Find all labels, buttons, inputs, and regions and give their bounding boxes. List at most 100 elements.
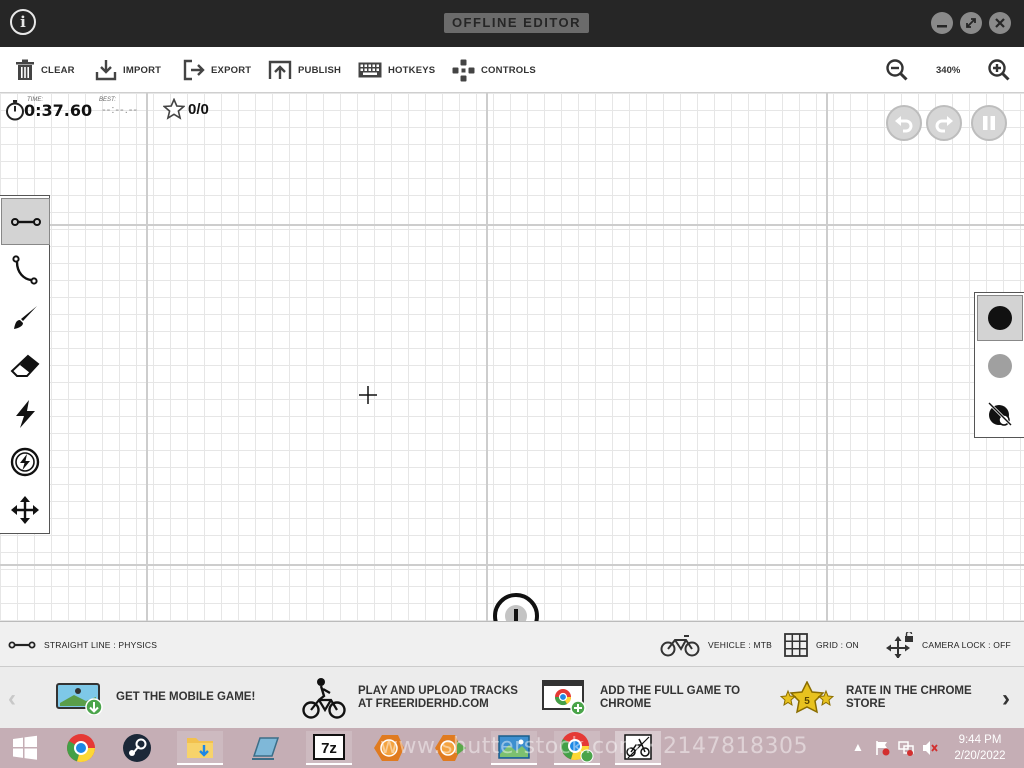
speaker-muted-icon[interactable] <box>922 740 938 756</box>
chrome-icon <box>67 734 95 762</box>
physics-line-swatch[interactable] <box>977 295 1023 341</box>
export-label: EXPORT <box>211 64 252 76</box>
move-icon <box>10 495 39 524</box>
tray-clock[interactable]: 9:44 PM 2/20/2022 <box>946 732 1014 764</box>
promo-rate-chrome[interactable]: 5 RATE IN THE CHROME STORE <box>780 667 972 728</box>
status-bar: STRAIGHT LINE : PHYSICS VEHICLE : MTB GR… <box>0 621 1024 667</box>
best-label: BEST: <box>99 97 116 103</box>
taskbar-steam[interactable] <box>114 731 160 765</box>
star-icon <box>163 98 185 120</box>
grid-major-line <box>486 93 488 621</box>
close-icon <box>995 18 1005 28</box>
camera-lock-label: CAMERA LOCK : OFF <box>922 640 1011 650</box>
flag-alert-icon[interactable] <box>874 740 890 756</box>
pause-button[interactable] <box>971 105 1007 141</box>
redo-icon <box>935 116 953 133</box>
controls-button[interactable]: CONTROLS <box>452 47 536 93</box>
time-value: 0:37.60 <box>24 101 93 120</box>
rating-badge-number: 5 <box>804 696 810 707</box>
close-button[interactable] <box>989 12 1011 34</box>
stopwatch-icon <box>6 100 24 121</box>
hide-lines-icon <box>987 401 1013 427</box>
publish-button[interactable]: PUBLISH <box>268 47 341 93</box>
current-tool-label: STRAIGHT LINE : PHYSICS <box>44 640 158 650</box>
tool-panel <box>0 195 50 534</box>
promo-chrome-game[interactable]: ADD THE FULL GAME TO CHROME <box>542 667 740 728</box>
info-icon: i <box>20 13 26 31</box>
promo-chrome-line1: ADD THE FULL GAME TO <box>600 684 741 697</box>
undo-icon <box>895 116 913 133</box>
current-tool-status: STRAIGHT LINE : PHYSICS <box>8 622 157 668</box>
grid-major-line <box>0 564 1024 566</box>
svg-text:7z: 7z <box>321 740 337 757</box>
grid-label: GRID : ON <box>816 640 859 650</box>
network-icon[interactable] <box>898 740 914 756</box>
promo-rate-line1: RATE IN THE CHROME <box>846 684 972 697</box>
curve-icon <box>11 254 38 285</box>
line-type-panel <box>974 292 1024 438</box>
powerup-tool[interactable] <box>0 390 49 437</box>
straight-line-tool[interactable] <box>1 198 50 245</box>
bike-rider-icon <box>302 677 346 719</box>
brush-tool[interactable] <box>0 294 49 341</box>
hotkeys-button[interactable]: HOTKEYS <box>358 47 435 93</box>
undo-button[interactable] <box>886 105 922 141</box>
start-position-icon <box>493 593 539 621</box>
zoom-out-icon <box>886 59 908 81</box>
export-icon <box>183 59 205 81</box>
taskbar-file-explorer[interactable] <box>177 731 223 765</box>
folder-icon <box>187 738 213 758</box>
keyboard-icon <box>358 62 382 78</box>
clock-date: 2/20/2022 <box>954 750 1006 762</box>
bike-icon <box>660 635 700 657</box>
move-tool[interactable] <box>0 486 49 533</box>
toggle-lines-button[interactable] <box>977 391 1023 437</box>
curve-tool[interactable] <box>0 246 49 293</box>
promo-freeriderhd-line2: AT FREERIDERHD.COM <box>358 697 489 710</box>
grid-major-line <box>146 93 148 621</box>
hotkeys-label: HOTKEYS <box>388 64 436 76</box>
special-tool[interactable] <box>0 438 49 485</box>
trash-icon <box>16 59 34 80</box>
promo-rate-line2: STORE <box>846 697 886 710</box>
taskbar-7zip[interactable]: 7z <box>306 731 352 765</box>
import-button[interactable]: IMPORT <box>95 47 161 93</box>
window-title: OFFLINE EDITOR <box>444 13 589 33</box>
brush-icon <box>13 305 37 329</box>
clock-time: 9:44 PM <box>958 734 1002 746</box>
maximize-button[interactable] <box>960 12 982 34</box>
track-canvas[interactable]: TIME: 0:37.60 BEST: --:--.-- 0/0 <box>0 93 1024 621</box>
export-button[interactable]: EXPORT <box>183 47 251 93</box>
taskbar-chrome[interactable] <box>58 731 104 765</box>
offline-editor-app: i OFFLINE EDITOR CLEAR IMPORT EXPORT PUB… <box>0 0 1024 768</box>
clear-button[interactable]: CLEAR <box>15 47 75 93</box>
title-bar: i OFFLINE EDITOR <box>0 0 1024 47</box>
minimize-icon <box>937 25 947 28</box>
grid-toggle[interactable]: GRID : ON <box>784 622 859 668</box>
expand-icon <box>966 18 976 28</box>
minimize-button[interactable] <box>931 12 953 34</box>
camera-lock-toggle[interactable]: CAMERA LOCK : OFF <box>886 622 1011 668</box>
eraser-tool[interactable] <box>0 342 49 389</box>
promo-prev-icon[interactable]: ‹ <box>8 685 16 713</box>
taskbar-notepad[interactable] <box>242 731 288 765</box>
start-button[interactable] <box>2 731 48 765</box>
vehicle-select[interactable]: VEHICLE : MTB <box>660 622 772 668</box>
promo-mobile-game[interactable]: GET THE MOBILE GAME! <box>56 667 255 728</box>
camera-move-lock-icon <box>886 632 913 658</box>
promo-strip: ‹ GET THE MOBILE GAME! PLAY AND UPLOAD T… <box>0 667 1024 728</box>
info-button[interactable]: i <box>10 9 36 35</box>
zoom-in-button[interactable] <box>988 47 1010 93</box>
zoom-out-button[interactable] <box>886 47 908 93</box>
redo-button[interactable] <box>926 105 962 141</box>
tray-expand-icon[interactable]: ▲ <box>852 740 864 754</box>
straight-line-icon <box>8 641 36 649</box>
grid-major-line <box>826 93 828 621</box>
rating-star-badge-icon: 5 <box>780 680 834 713</box>
chrome-add-icon <box>542 679 586 716</box>
promo-next-icon[interactable]: › <box>1002 685 1010 713</box>
zoom-in-icon <box>988 59 1010 81</box>
promo-freeriderhd[interactable]: PLAY AND UPLOAD TRACKS AT FREERIDERHD.CO… <box>302 667 518 728</box>
promo-freeriderhd-line1: PLAY AND UPLOAD TRACKS <box>358 684 518 697</box>
scenery-line-swatch[interactable] <box>977 343 1023 389</box>
